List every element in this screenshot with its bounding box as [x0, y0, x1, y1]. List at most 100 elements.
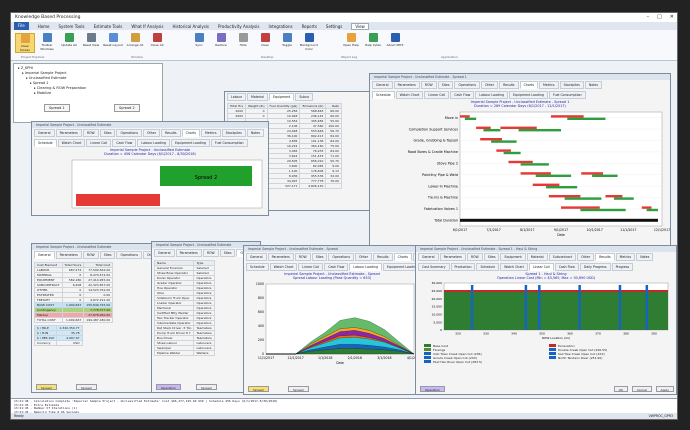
- table-row[interactable]: Straw Boss Operator Salaried: [153, 270, 215, 276]
- tree-node[interactable]: ▸ Z_KPHI: [18, 66, 33, 70]
- tree-node[interactable]: ▸ Clearing & ROW Preparation: [34, 86, 86, 90]
- tab-sites[interactable]: Sites: [99, 129, 116, 137]
- table-row[interactable]: LABOUR 687,274 77,599,562.00: [34, 267, 114, 273]
- tab-general[interactable]: General: [34, 129, 55, 137]
- task-bar-critical[interactable]: [520, 172, 551, 175]
- ribbon-button-hide[interactable]: Hide: [233, 33, 253, 47]
- operation-button[interactable]: Operation: [420, 386, 445, 392]
- ribbon-button-toolbar-windows[interactable]: Toolbar Windows: [37, 33, 57, 51]
- tab-results[interactable]: Results: [373, 253, 393, 261]
- ribbon-button-sync[interactable]: Sync: [189, 33, 209, 47]
- tab-row[interactable]: ROW: [294, 253, 311, 261]
- table-row[interactable]: Pipeline Welder Welders: [153, 350, 215, 356]
- operation-button[interactable]: Operation: [156, 384, 181, 390]
- tab-linear-coil[interactable]: Linear Coil: [298, 263, 324, 271]
- footer-spread2-button[interactable]: Spread: [76, 384, 97, 390]
- task-bar[interactable]: [535, 174, 572, 177]
- ribbon-button-open-help[interactable]: Open Help: [341, 33, 361, 47]
- tab-progress[interactable]: Progress: [611, 263, 634, 271]
- tab-labour-loading[interactable]: Labour Loading: [475, 91, 509, 99]
- menu-integrations[interactable]: Integrations: [268, 24, 292, 29]
- tab-results[interactable]: Results: [595, 253, 615, 261]
- crossing-marker[interactable]: [578, 285, 581, 330]
- task-bar-critical[interactable]: [548, 195, 581, 198]
- tab-charts[interactable]: Charts: [181, 129, 201, 137]
- close-icon[interactable]: ✕: [670, 14, 674, 20]
- tab-equipment-loading[interactable]: Equipment Loading: [171, 139, 210, 147]
- tab-labour-loading[interactable]: Labour Loading: [137, 139, 171, 147]
- tab-subco[interactable]: Subco: [295, 93, 314, 101]
- tab-sites[interactable]: Sites: [437, 81, 454, 89]
- ribbon-button-help-index[interactable]: Help Index: [363, 33, 383, 47]
- tab-schedule[interactable]: Schedule: [34, 139, 57, 147]
- menu-home[interactable]: Home: [38, 24, 50, 29]
- ribbon-button-reset-layout[interactable]: Reset Layout: [103, 33, 123, 47]
- spread2-gantt-window[interactable]: Imperial Sample Project - Unclassified E…: [31, 121, 269, 216]
- tab-fuel-consumption[interactable]: Fuel Consumption: [548, 91, 586, 99]
- tab-operations[interactable]: Operations: [328, 253, 355, 261]
- crossing-marker[interactable]: [470, 285, 474, 330]
- table-row[interactable]: Two Tracker Operator Operators: [153, 315, 215, 321]
- tab-schedule[interactable]: Schedule: [246, 263, 269, 271]
- tab-sites[interactable]: Sites: [219, 249, 236, 257]
- total-duration-bar[interactable]: [460, 218, 658, 222]
- tab-row[interactable]: ROW: [82, 129, 99, 137]
- tab-equipment[interactable]: Equipment: [500, 253, 526, 261]
- task-bar-critical[interactable]: [532, 183, 560, 186]
- tab-parameters[interactable]: Parameters: [393, 81, 420, 89]
- tab-metrics[interactable]: Metrics: [201, 129, 221, 137]
- task-bar[interactable]: [564, 197, 602, 200]
- tab-subcontract[interactable]: Subcontract: [548, 253, 577, 261]
- tab-sites[interactable]: Sites: [483, 253, 500, 261]
- tab-parameters[interactable]: Parameters: [175, 249, 202, 257]
- task-bar-critical[interactable]: [561, 206, 600, 209]
- task-bar-critical[interactable]: [581, 172, 604, 175]
- ribbon-button-restore[interactable]: Restore: [211, 33, 231, 47]
- tab-labour[interactable]: Labour: [227, 93, 247, 101]
- table-row[interactable]: BASE COST 1,949,667 155,849,745.00: [34, 302, 114, 308]
- tab-results[interactable]: Results: [161, 129, 181, 137]
- footer-spread-button[interactable]: Spread: [36, 384, 57, 390]
- tab-fuel-consumption[interactable]: Fuel Consumption: [210, 139, 248, 147]
- tab-parameters[interactable]: Parameters: [267, 253, 294, 261]
- task-bar[interactable]: [518, 129, 561, 132]
- table-row[interactable]: Dump Truck Driver 8 Y Teamsters: [153, 330, 215, 336]
- tab-other[interactable]: Other: [577, 253, 595, 261]
- tab-notes[interactable]: Notes: [584, 81, 603, 89]
- ribbon-button-update-all[interactable]: Update All: [59, 33, 79, 47]
- tab-cash-flow[interactable]: Cash Flow: [324, 263, 349, 271]
- table-row[interactable]: Intermediate Operator Operators: [153, 320, 215, 326]
- tab-equipment-loading[interactable]: Equipment Loading: [509, 91, 548, 99]
- footer-spread-button[interactable]: Spread: [248, 386, 269, 392]
- tab-daily-progress[interactable]: Daily Progress: [579, 263, 611, 271]
- tab-schedule[interactable]: Schedule: [372, 91, 395, 99]
- tab-watch-chart[interactable]: Watch Chart: [269, 263, 298, 271]
- tab-parameters[interactable]: Parameters: [439, 253, 466, 261]
- tab-other[interactable]: Other: [481, 81, 499, 89]
- schedule-window[interactable]: Imperial Sample Project - Unclassified E…: [369, 73, 671, 259]
- tab-general[interactable]: General: [154, 249, 175, 257]
- apply-button[interactable]: Apply: [655, 386, 674, 392]
- tab-sites[interactable]: Sites: [99, 251, 116, 259]
- table-row[interactable]: SUBCONTRACT 6,208 22,323,657.00: [34, 282, 114, 288]
- maximize-icon[interactable]: □: [657, 14, 662, 20]
- task-bar-critical[interactable]: [500, 126, 537, 129]
- menu-estimate-tools[interactable]: Estimate Tools: [94, 24, 123, 29]
- tab-notes[interactable]: Notes: [246, 129, 265, 137]
- tab-row[interactable]: ROW: [466, 253, 483, 261]
- menu-system-tools[interactable]: System Tools: [59, 24, 85, 29]
- task-bar[interactable]: [613, 197, 634, 200]
- ribbon-button-toggle[interactable]: Toggle: [277, 33, 297, 47]
- ribbon-button-clear[interactable]: Clear: [255, 33, 275, 47]
- tab-cost-summary[interactable]: Cost Summary: [418, 263, 450, 271]
- task-bar-critical[interactable]: [641, 206, 652, 209]
- cost-summary-window[interactable]: Imperial Sample Project - Unclassified E…: [31, 243, 161, 393]
- tree-node[interactable]: ▸ Unclassified Estimate: [26, 76, 66, 80]
- tab-metrics[interactable]: Metrics: [615, 253, 636, 261]
- task-bar[interactable]: [567, 117, 606, 120]
- tab-operations[interactable]: Operations: [454, 81, 481, 89]
- tab-row[interactable]: ROW: [82, 251, 99, 259]
- ribbon-button-reset-view[interactable]: Reset View: [81, 33, 101, 47]
- tab-stockpiles[interactable]: Stockpiles: [559, 81, 584, 89]
- ribbon-button-close-all[interactable]: Close All: [147, 33, 167, 47]
